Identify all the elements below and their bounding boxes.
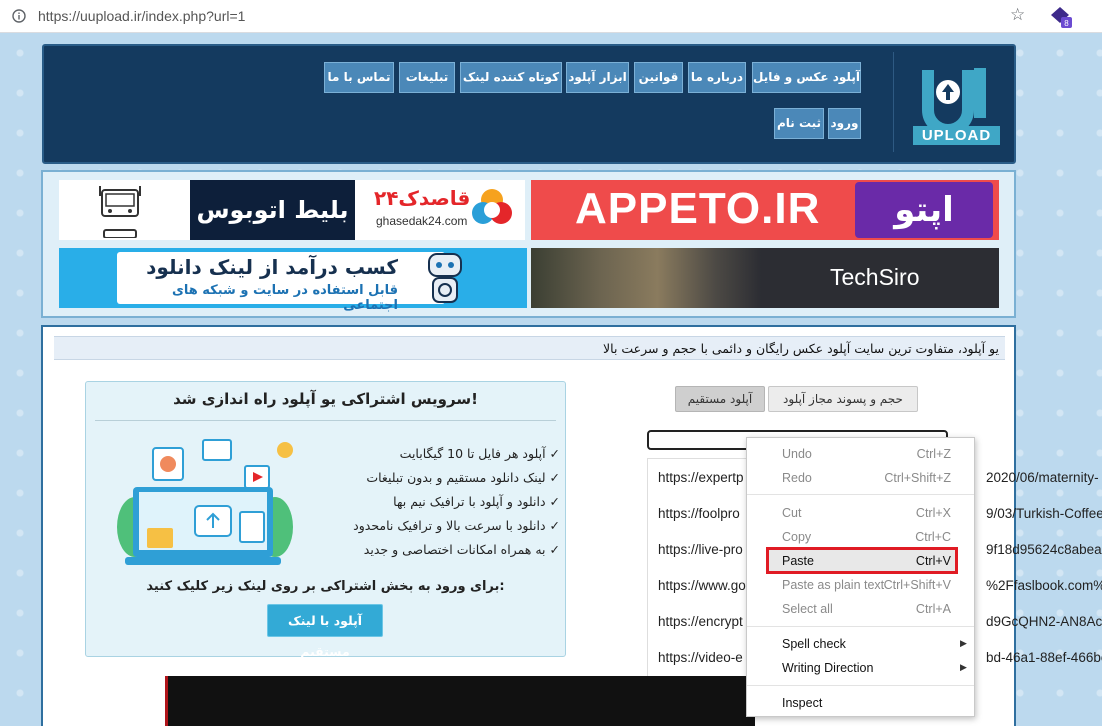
paste-plain-shortcut: Ctrl+Shift+V — [883, 578, 951, 592]
menu-separator — [747, 626, 974, 627]
extension-icon[interactable]: 8 — [1049, 5, 1073, 29]
nav-register[interactable]: ثبت نام — [774, 108, 824, 139]
nav-login[interactable]: ورود — [828, 108, 861, 139]
nav-contact[interactable]: تماس با ما — [324, 62, 394, 93]
service-title: سرویس اشتراکی یو آپلود راه اندازی شد! — [173, 390, 478, 408]
submenu-arrow-icon: ▶ — [960, 663, 967, 673]
video-preview[interactable] — [165, 676, 755, 726]
link-income-subtitle: قابل استفاده در سایت و شبکه های اجتماعی — [171, 283, 398, 313]
paste-shortcut: Ctrl+V — [915, 554, 951, 568]
nav-about[interactable]: درباره ما — [688, 62, 746, 93]
url-suggestion-tail[interactable]: bd-46a1-88ef-466be — [986, 650, 1102, 665]
feature-item: دانلود با سرعت بالا و ترافیک نامحدود ✓ — [353, 518, 560, 533]
appeto-logo: اپتو — [855, 182, 993, 238]
url-suggestion[interactable]: https://encrypt — [658, 614, 743, 629]
url-suggestion[interactable]: https://www.go — [658, 578, 746, 593]
menu-separator — [747, 685, 974, 686]
bookmark-star-icon[interactable]: ☆ — [1010, 5, 1025, 25]
service-cta-text: برای ورود به بخش اشتراکی بر روی لینک زیر… — [146, 579, 505, 594]
undo-shortcut: Ctrl+Z — [916, 447, 951, 461]
nav-upload-tools[interactable]: ابزار آپلود — [566, 62, 629, 93]
url-suggestion[interactable]: https://live-pro — [658, 542, 743, 557]
upload-illustration-icon — [117, 439, 293, 565]
redo-shortcut: Ctrl+Shift+Z — [884, 471, 951, 485]
bus-icon — [99, 186, 141, 238]
link-income-title: کسب درآمد از لینک دانلود — [146, 255, 398, 279]
url-suggestion-tail[interactable]: %2Ffaslbook.com% — [986, 578, 1102, 593]
logo-text: UPLOAD — [913, 126, 1000, 145]
bus-ticket-text: بلیط اتوبوس — [190, 180, 355, 240]
nav-upload[interactable]: آپلود عکس و فایل — [752, 62, 861, 93]
info-icon[interactable] — [12, 9, 26, 23]
url-suggestion[interactable]: https://video-e — [658, 650, 743, 665]
nav-ads[interactable]: تبلیغات — [399, 62, 455, 93]
select-all-shortcut: Ctrl+A — [915, 602, 951, 616]
ghasedak-title: قاصدک۲۴ — [374, 186, 471, 210]
url-suggestion-tail[interactable]: d9GcQHN2-AN8Ac — [986, 614, 1102, 629]
ghasedak-url: ghasedak24.com — [376, 214, 468, 228]
techsiro-title: TechSiro — [830, 264, 920, 290]
menu-separator — [747, 494, 974, 495]
site-tagline: یو آپلود، متفاوت ترین سایت آپلود عکس رای… — [603, 341, 999, 356]
url-suggestion[interactable]: https://foolpro — [658, 506, 740, 521]
tab-direct-upload[interactable]: آپلود مستقیم — [675, 386, 765, 412]
copy-shortcut: Ctrl+C — [915, 530, 951, 544]
header-divider — [893, 52, 894, 152]
menu-item-writing-direction[interactable]: Writing Direction — [782, 661, 952, 675]
direct-link-upload-button[interactable]: آپلود با لینک مستقیم — [267, 604, 383, 659]
service-divider — [95, 420, 556, 421]
url-suggestion-tail[interactable]: 9f18d95624c8abeae — [986, 542, 1102, 557]
url-suggestion-tail[interactable]: 9/03/Turkish-Coffee — [986, 506, 1102, 521]
nav-rules[interactable]: قوانین — [634, 62, 683, 93]
feature-item: دانلود و آپلود با ترافیک نیم بها ✓ — [393, 494, 560, 509]
menu-item-inspect[interactable]: Inspect — [782, 696, 952, 710]
techsiro-banner-image — [531, 248, 761, 308]
feature-item: آپلود هر فایل تا 10 گیگابایت ✓ — [399, 446, 560, 461]
robot-icon — [428, 253, 462, 303]
tab-size-limits[interactable]: حجم و پسوند مجاز آپلود — [768, 386, 918, 412]
cut-shortcut: Ctrl+X — [915, 506, 951, 520]
address-bar[interactable]: https://uupload.ir/index.php?url=1 — [38, 8, 245, 24]
feature-item: به همراه امکانات اختصاصی و جدید ✓ — [363, 542, 560, 557]
feature-item: لینک دانلود مستقیم و بدون تبلیغات ✓ — [366, 470, 560, 485]
ghasedak-logo-icon — [472, 189, 512, 224]
extension-badge: 8 — [1064, 19, 1069, 28]
nav-link-shortener[interactable]: کوتاه کننده لینک — [460, 62, 562, 93]
menu-item-spell-check[interactable]: Spell check — [782, 637, 952, 651]
appeto-title: APPETO.IR — [575, 184, 821, 233]
url-suggestion-tail[interactable]: 2020/06/maternity- — [986, 470, 1102, 485]
url-suggestion[interactable]: https://expertp — [658, 470, 744, 485]
submenu-arrow-icon: ▶ — [960, 639, 967, 649]
